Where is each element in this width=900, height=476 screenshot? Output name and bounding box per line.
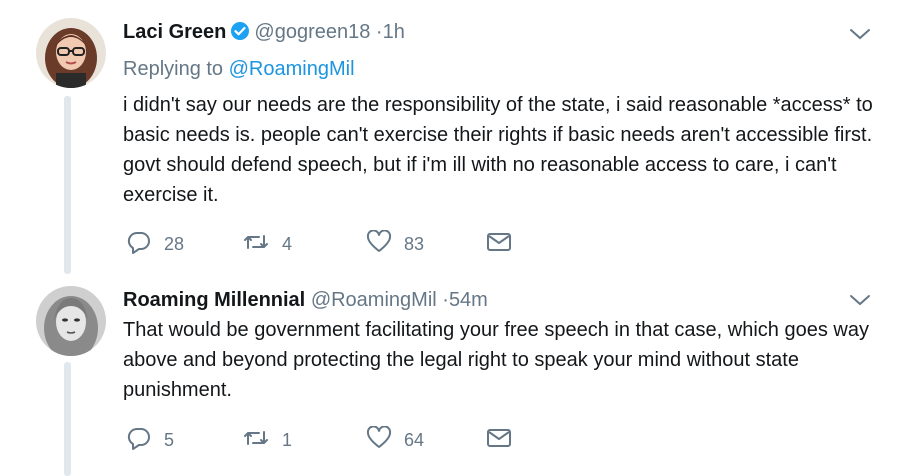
like-count: 64 bbox=[404, 429, 425, 450]
reply-mention-link[interactable]: @RoamingMil bbox=[229, 58, 355, 80]
tweet-text: i didn't say our needs are the responsib… bbox=[123, 94, 873, 206]
like-button[interactable]: 64 bbox=[366, 424, 425, 455]
separator-dot: · bbox=[375, 21, 383, 43]
separator-dot: · bbox=[442, 289, 449, 311]
envelope-icon bbox=[486, 427, 512, 454]
reply-count: 28 bbox=[164, 233, 185, 254]
direct-message-button[interactable] bbox=[486, 425, 512, 455]
chevron-down-icon[interactable] bbox=[848, 292, 872, 308]
retweet-icon bbox=[242, 230, 270, 259]
reply-button[interactable]: 28 bbox=[126, 229, 184, 259]
like-button[interactable]: 83 bbox=[366, 228, 425, 259]
timestamp[interactable]: 54m bbox=[449, 289, 488, 311]
avatar[interactable] bbox=[36, 286, 106, 356]
timestamp[interactable]: 1h bbox=[383, 21, 405, 43]
tweet-text: That would be government facilitating yo… bbox=[123, 319, 869, 401]
retweet-icon bbox=[242, 426, 270, 455]
replying-to: Replying to @RoamingMil bbox=[123, 58, 355, 81]
retweet-button[interactable]: 4 bbox=[242, 229, 292, 259]
user-handle[interactable]: @RoamingMil bbox=[311, 289, 437, 311]
tweet[interactable]: Roaming Millennial @RoamingMil ·54m That… bbox=[0, 276, 900, 476]
replying-label: Replying to bbox=[123, 58, 224, 80]
reply-icon bbox=[126, 425, 152, 456]
tweet-header: Laci Green @gogreen18 ·1h bbox=[123, 19, 405, 48]
user-handle[interactable]: @gogreen18 bbox=[254, 21, 370, 43]
retweet-button[interactable]: 1 bbox=[242, 425, 292, 455]
retweet-count: 1 bbox=[282, 429, 293, 450]
reply-count: 5 bbox=[164, 429, 175, 450]
avatar[interactable] bbox=[36, 18, 106, 88]
heart-icon bbox=[366, 228, 392, 259]
reply-button[interactable]: 5 bbox=[126, 425, 174, 455]
retweet-count: 4 bbox=[282, 233, 293, 254]
heart-icon bbox=[366, 424, 392, 455]
like-count: 83 bbox=[404, 233, 425, 254]
display-name[interactable]: Roaming Millennial bbox=[123, 289, 305, 311]
chevron-down-icon[interactable] bbox=[848, 26, 872, 42]
display-name[interactable]: Laci Green bbox=[123, 21, 226, 43]
envelope-icon bbox=[486, 231, 512, 258]
direct-message-button[interactable] bbox=[486, 229, 512, 259]
tweet[interactable]: Laci Green @gogreen18 ·1h Replying to @Ro… bbox=[0, 0, 900, 276]
reply-icon bbox=[126, 229, 152, 260]
verified-badge-icon bbox=[230, 21, 250, 48]
tweet-header: Roaming Millennial @RoamingMil ·54m bbox=[123, 287, 488, 313]
